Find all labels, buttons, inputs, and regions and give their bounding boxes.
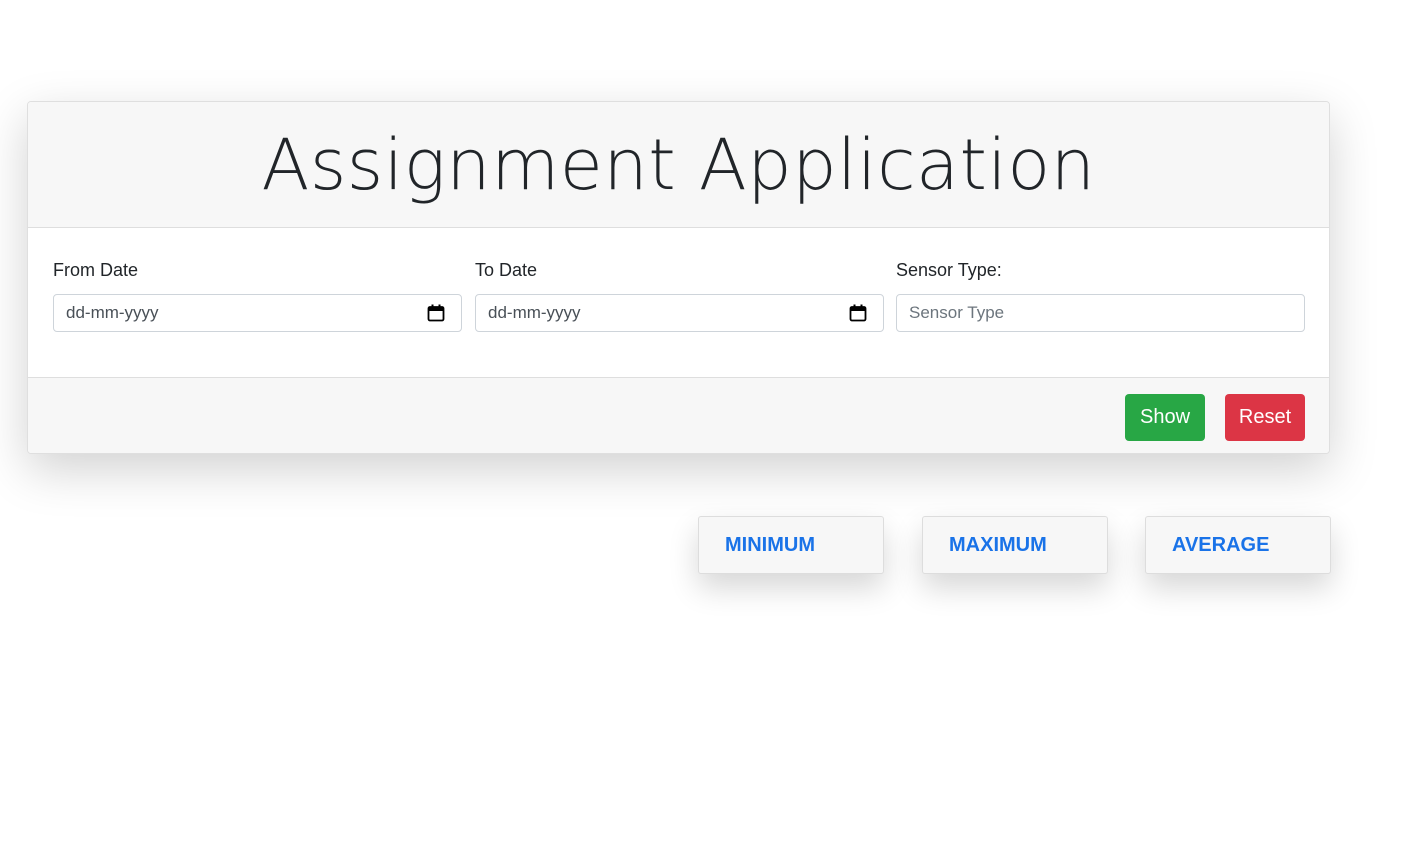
to-date-placeholder: dd-mm-yyyy [488,303,581,322]
assignment-card: Assignment Application From Date dd-mm-y… [27,101,1330,454]
calendar-icon[interactable] [849,304,867,322]
from-date-input[interactable]: dd-mm-yyyy [53,294,462,332]
card-footer: Show Reset [28,377,1329,453]
to-date-field: To Date dd-mm-yyyy [475,258,884,332]
card-header: Assignment Application [28,102,1329,228]
from-date-field: From Date dd-mm-yyyy [53,258,462,332]
from-date-placeholder: dd-mm-yyyy [66,303,159,322]
from-date-label: From Date [53,260,139,280]
to-date-label: To Date [475,260,538,280]
average-button[interactable]: AVERAGE [1145,516,1331,574]
filter-form: From Date dd-mm-yyyy To Date dd-mm-yyyy [28,228,1329,377]
sensor-type-box [896,294,1305,332]
reset-button[interactable]: Reset [1225,394,1305,441]
minimum-button[interactable]: MINIMUM [698,516,884,574]
to-date-input[interactable]: dd-mm-yyyy [475,294,884,332]
maximum-button[interactable]: MAXIMUM [922,516,1108,574]
sensor-type-label: Sensor Type: [896,260,1002,280]
sensor-type-field: Sensor Type: [896,258,1305,332]
sensor-type-input[interactable] [897,295,1304,331]
show-button[interactable]: Show [1125,394,1205,441]
page-title: Assignment Application [261,123,1096,206]
calendar-icon[interactable] [427,304,445,322]
